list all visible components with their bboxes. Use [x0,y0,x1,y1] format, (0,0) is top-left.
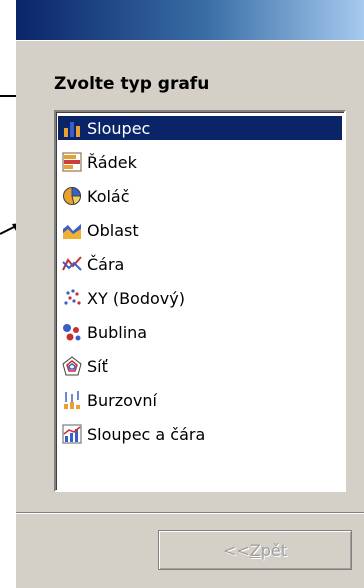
line-chart-icon [62,256,82,271]
list-item[interactable]: Sloupec a čára [58,422,342,446]
column-line-chart-icon [62,424,82,444]
back-button[interactable]: << Zpět [158,530,352,570]
radar-chart-icon [62,356,82,376]
list-item-label: Bublina [87,322,148,342]
document-area [0,0,16,588]
list-item[interactable]: Bublina [58,320,342,344]
bar-chart-icon [62,152,82,172]
list-item-label: Sloupec [87,118,151,138]
chart-type-heading: Zvolte typ grafu [54,74,210,94]
button-separator [16,512,364,514]
list-item-label: Koláč [87,186,130,206]
list-item[interactable]: Sloupec [58,116,342,140]
list-item-label: Čára [87,254,125,274]
area-chart-icon [63,224,81,239]
list-item-label: Oblast [87,220,139,240]
list-item-label: Síť [87,356,108,376]
back-button-prefix: << [222,540,250,560]
list-item[interactable]: Síť [58,354,342,378]
list-item[interactable]: Burzovní [58,388,342,412]
back-button-rest: pět [260,540,288,560]
list-item[interactable]: Řádek [58,150,342,174]
title-bar[interactable] [16,0,364,40]
list-item[interactable]: Oblast [58,218,342,242]
chart-type-list[interactable]: Sloupec Řádek Koláč Oblast Čára XY (Bodo… [54,110,346,492]
stock-chart-icon [64,391,80,409]
bubble-chart-icon [63,324,81,341]
list-item[interactable]: XY (Bodový) [58,286,342,310]
list-item[interactable]: Čára [58,252,342,276]
list-item-label: XY (Bodový) [87,288,185,308]
list-item[interactable]: Koláč [58,184,342,208]
column-chart-icon [64,122,80,137]
list-item-label: Burzovní [87,390,157,410]
document-line [0,95,16,97]
list-item-label: Sloupec a čára [87,424,206,444]
back-button-accel: Z [249,540,261,560]
list-item-label: Řádek [87,152,137,172]
scatter-chart-icon [64,289,81,305]
chart-wizard-dialog: Zvolte typ grafu Sloupec Řádek Koláč Obl… [16,0,364,588]
title-separator [16,40,364,41]
pie-chart-icon [63,186,82,205]
